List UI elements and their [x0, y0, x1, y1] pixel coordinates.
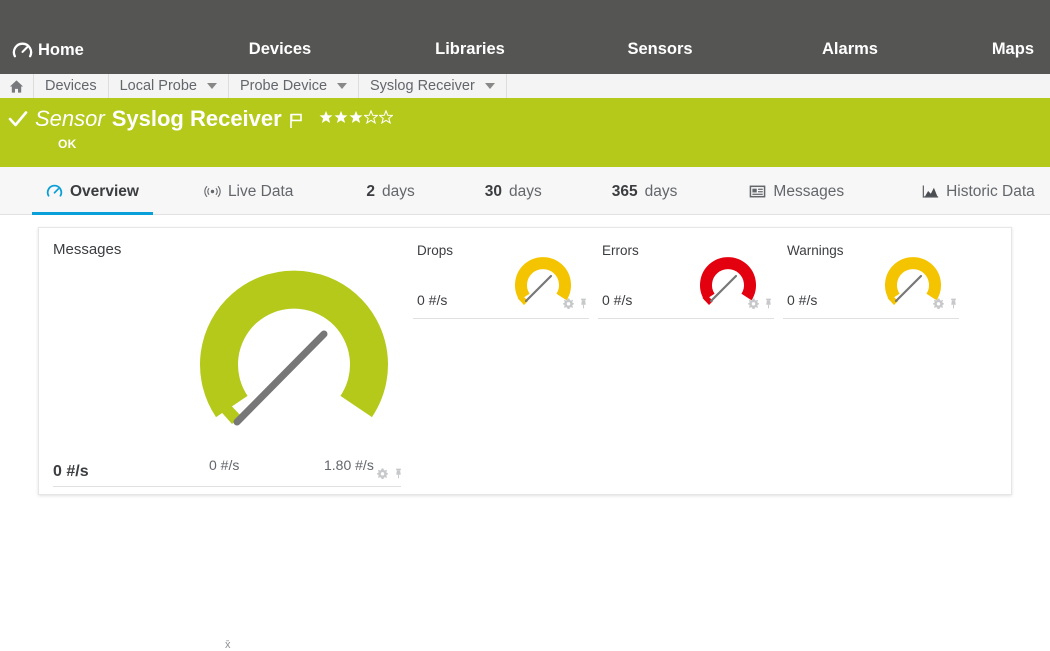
gauge-panel-drops: Drops 0 #/s — [413, 236, 599, 314]
nav-item-alarms[interactable]: Alarms — [755, 40, 945, 59]
nav-label-devices: Devices — [249, 40, 311, 59]
panel-tools-drops — [563, 298, 589, 309]
home-icon — [9, 79, 24, 94]
tab-label-historic-data: Historic Data — [946, 183, 1035, 201]
tab-label-live-data: Live Data — [228, 183, 293, 201]
nav-item-devices[interactable]: Devices — [185, 40, 375, 59]
gauge-max-label-messages: 1.80 #/s — [324, 457, 374, 473]
gear-icon[interactable] — [377, 468, 388, 479]
nav-label-home: Home — [38, 41, 84, 60]
breadcrumb-home[interactable] — [0, 74, 34, 98]
tab-label-30-days: days — [509, 183, 542, 201]
panel-divider — [413, 318, 589, 319]
nav-label-alarms: Alarms — [822, 40, 878, 59]
breadcrumb-label-devices: Devices — [45, 78, 97, 94]
gauge-value-messages: 0 #/s — [53, 463, 89, 481]
gauge-value-warnings: 0 #/s — [787, 292, 817, 308]
flag-icon[interactable] — [289, 109, 303, 129]
star-filled-icon — [349, 110, 363, 124]
nav-label-maps: Maps — [992, 40, 1034, 59]
gauge-value-drops: 0 #/s — [417, 292, 447, 308]
gear-icon[interactable] — [748, 298, 759, 309]
nav-item-home[interactable]: Home — [0, 40, 185, 61]
panel-tools-errors — [748, 298, 774, 309]
tab-num-365: 365 — [612, 183, 638, 201]
tab-num-2: 2 — [366, 183, 375, 201]
gauge-title-warnings: Warnings — [787, 243, 844, 258]
gauge-panel-errors: Errors 0 #/s — [598, 236, 784, 314]
panel-divider — [783, 318, 959, 319]
pin-icon[interactable] — [948, 298, 959, 309]
status-badge: OK — [58, 137, 77, 151]
breadcrumb-label-syslog-receiver: Syslog Receiver — [370, 78, 475, 94]
gauge-dial-messages — [189, 246, 399, 441]
gauge-title-errors: Errors — [602, 243, 639, 258]
sensor-header: Sensor Syslog Receiver OK — [0, 101, 1050, 167]
gauge-mean-marker-label: x̄ — [225, 639, 231, 651]
panel-tools-warnings — [933, 298, 959, 309]
star-filled-icon — [319, 110, 333, 124]
pin-icon[interactable] — [578, 298, 589, 309]
top-navigation-bar: Home Devices Libraries Sensors Alarms Ma… — [0, 0, 1050, 74]
panel-tools-messages — [377, 468, 404, 479]
chevron-down-icon[interactable] — [207, 83, 217, 89]
historic-data-icon — [922, 183, 939, 200]
page-title: Syslog Receiver — [112, 106, 282, 132]
breadcrumb: Devices Local Probe Probe Device Syslog … — [0, 74, 1050, 101]
gauge-logo-icon — [12, 40, 33, 61]
chevron-down-icon[interactable] — [485, 83, 495, 89]
breadcrumb-label-probe-device: Probe Device — [240, 78, 327, 94]
pin-icon[interactable] — [763, 298, 774, 309]
tab-overview[interactable]: Overview — [32, 171, 153, 215]
gauge-min-label-messages: 0 #/s — [209, 457, 239, 473]
breadcrumb-item-local-probe[interactable]: Local Probe — [109, 74, 229, 98]
tab-live-data[interactable]: Live Data — [190, 171, 307, 215]
gauge-panel-messages: Messages x̄ 0 #/s 0 #/s 1.80 #/s — [39, 228, 415, 494]
breadcrumb-label-local-probe: Local Probe — [120, 78, 197, 94]
nav-label-libraries: Libraries — [435, 40, 505, 59]
panel-divider — [598, 318, 774, 319]
tab-365-days[interactable]: 365 days — [598, 171, 692, 215]
live-signal-icon — [204, 183, 221, 200]
nav-item-libraries[interactable]: Libraries — [375, 40, 565, 59]
tab-2-days[interactable]: 2 days — [352, 171, 428, 215]
breadcrumb-item-syslog-receiver[interactable]: Syslog Receiver — [359, 74, 507, 98]
star-empty-icon — [364, 110, 378, 124]
gauge-title-drops: Drops — [417, 243, 453, 258]
tab-label-2-days: days — [382, 183, 415, 201]
nav-label-sensors: Sensors — [627, 40, 692, 59]
gauge-value-errors: 0 #/s — [602, 292, 632, 308]
tab-label-overview: Overview — [70, 183, 139, 201]
top-nav-items: Home Devices Libraries Sensors Alarms Ma… — [0, 40, 1050, 74]
star-filled-icon — [334, 110, 348, 124]
sensor-title-row: Sensor Syslog Receiver — [8, 106, 393, 132]
tab-num-30: 30 — [485, 183, 502, 201]
star-empty-icon — [379, 110, 393, 124]
breadcrumb-item-probe-device[interactable]: Probe Device — [229, 74, 359, 98]
gauge-title-messages: Messages — [53, 241, 121, 258]
gear-icon[interactable] — [933, 298, 944, 309]
tab-label-messages: Messages — [773, 183, 844, 201]
tab-label-365-days: days — [645, 183, 678, 201]
nav-item-maps[interactable]: Maps — [945, 40, 1050, 59]
sensor-kind-label: Sensor — [35, 106, 105, 132]
nav-item-sensors[interactable]: Sensors — [565, 40, 755, 59]
chevron-down-icon[interactable] — [337, 83, 347, 89]
messages-icon — [749, 183, 766, 200]
tab-bar: Overview Live Data 2 days 30 days 365 da… — [0, 167, 1050, 215]
checkmark-icon — [8, 109, 28, 129]
overview-content-card: Messages x̄ 0 #/s 0 #/s 1.80 #/s — [38, 227, 1012, 495]
gauge-panel-warnings: Warnings 0 #/s — [783, 236, 969, 314]
tab-messages[interactable]: Messages — [735, 171, 858, 215]
tab-historic-data[interactable]: Historic Data — [908, 171, 1049, 215]
tab-30-days[interactable]: 30 days — [471, 171, 556, 215]
panel-divider — [53, 486, 401, 487]
breadcrumb-item-devices[interactable]: Devices — [34, 74, 109, 98]
pin-icon[interactable] — [393, 468, 404, 479]
gear-icon[interactable] — [563, 298, 574, 309]
priority-stars[interactable] — [319, 110, 393, 124]
gauge-icon — [46, 183, 63, 200]
